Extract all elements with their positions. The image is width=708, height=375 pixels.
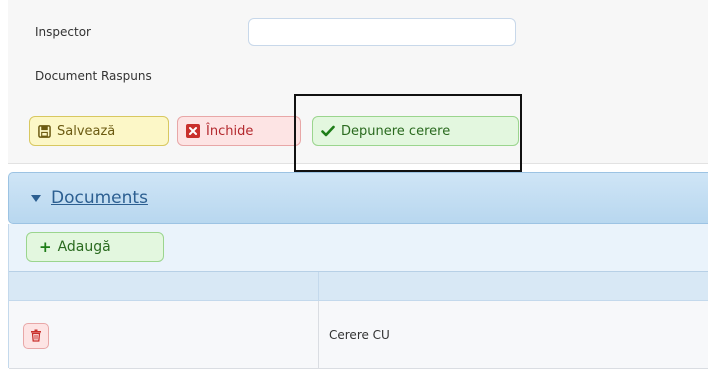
checkmark-icon: [321, 125, 335, 137]
inspector-input[interactable]: [248, 18, 516, 46]
plus-icon: +: [39, 238, 52, 256]
trash-icon: [30, 327, 42, 346]
document-name-cell: Cerere CU: [329, 328, 390, 342]
delete-row-button[interactable]: [23, 323, 49, 349]
documents-title-link[interactable]: Documents: [51, 188, 148, 208]
submit-request-button[interactable]: Depunere cerere: [312, 116, 519, 146]
save-button[interactable]: Salvează: [29, 116, 169, 146]
form-panel: Inspector Document Raspuns Salvează Înch…: [8, 0, 708, 164]
documents-panel-header[interactable]: Documents: [8, 172, 708, 224]
close-button-label: Închide: [206, 123, 254, 139]
caret-down-icon[interactable]: [31, 191, 41, 205]
save-button-label: Salvează: [57, 123, 116, 139]
column-divider: [318, 301, 319, 369]
floppy-disk-icon: [38, 124, 51, 138]
close-square-icon: [186, 124, 200, 138]
table-row[interactable]: Cerere CU: [9, 301, 708, 369]
submit-request-label: Depunere cerere: [341, 123, 451, 139]
documents-toolbar: + Adaugă: [9, 224, 708, 272]
inspector-label: Inspector: [35, 25, 91, 39]
close-button[interactable]: Închide: [177, 116, 301, 146]
add-document-label: Adaugă: [57, 239, 111, 255]
grid-header: [9, 272, 708, 301]
add-document-button[interactable]: + Adaugă: [26, 232, 164, 262]
document-raspuns-label: Document Raspuns: [35, 69, 152, 83]
documents-grid: Cerere CU: [9, 271, 708, 369]
documents-panel-body: + Adaugă Cerere CU: [8, 224, 708, 369]
column-divider[interactable]: [318, 272, 319, 301]
